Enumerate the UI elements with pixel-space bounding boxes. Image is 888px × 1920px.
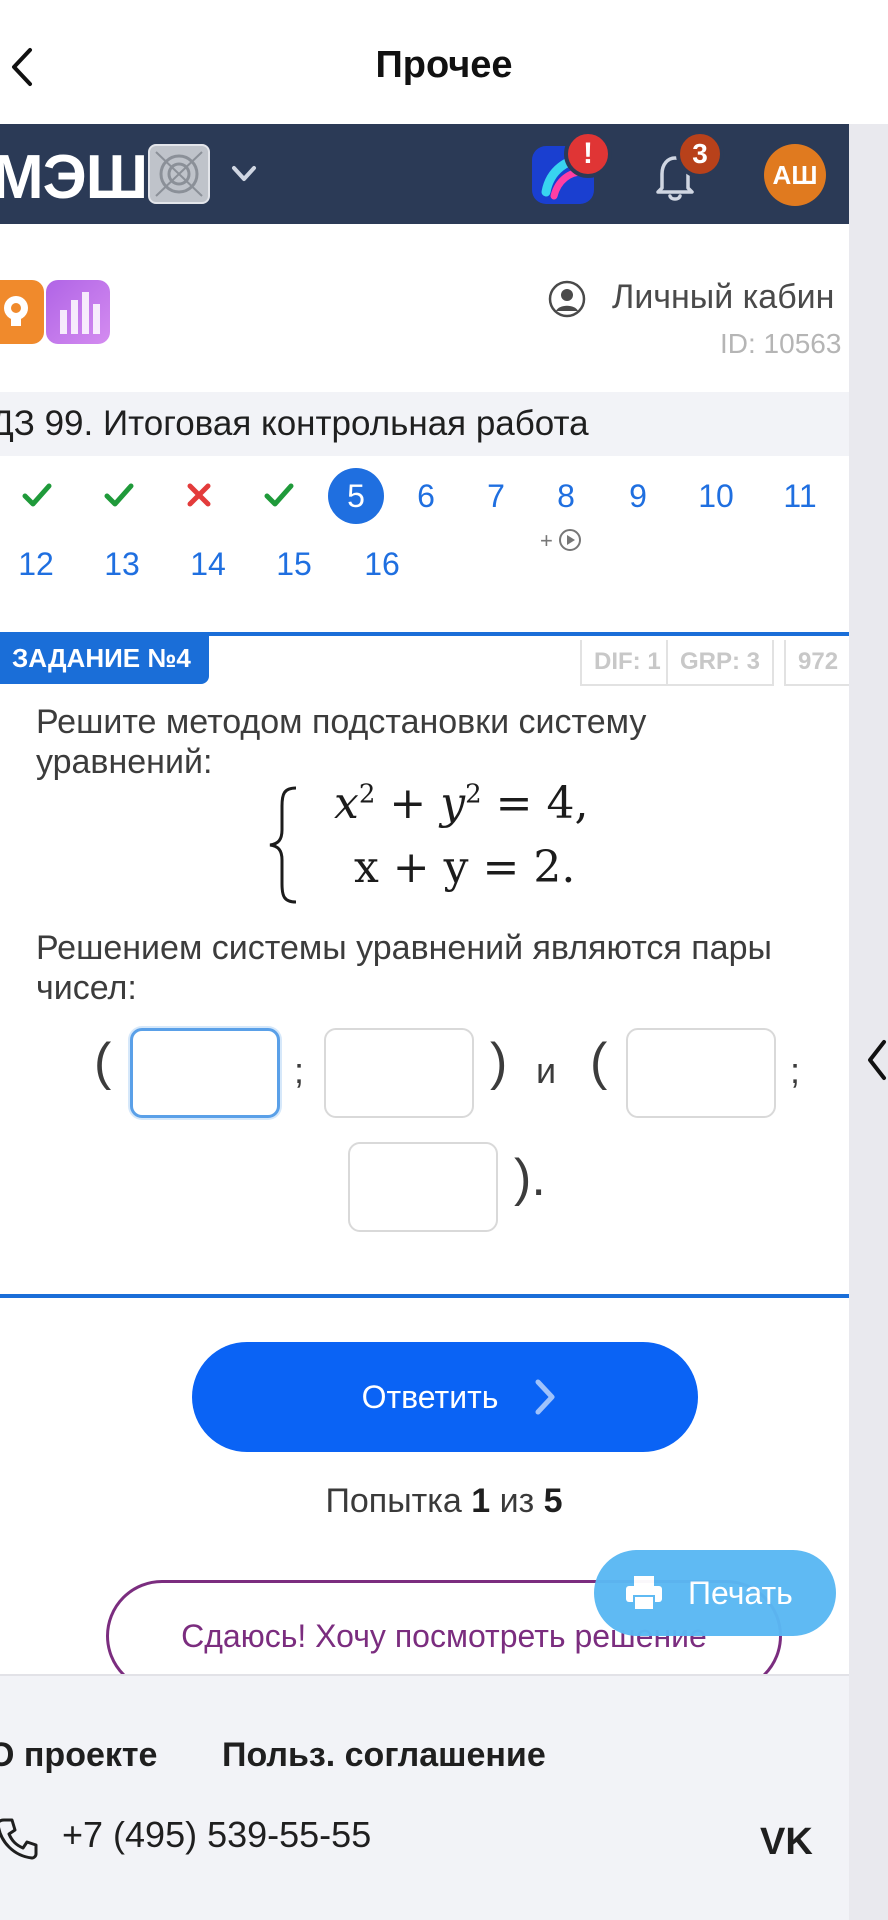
task-number[interactable]: 7 (468, 478, 524, 515)
difficulty-badge: DIF: 1 (580, 640, 675, 686)
answer-input-3[interactable] (626, 1028, 776, 1118)
task-4-check-icon[interactable] (262, 478, 296, 512)
attempt-total: 5 (543, 1482, 563, 1520)
nav-bar: Прочее (0, 0, 888, 124)
task-navigator: 5 6 7 8 9 10 11 + 12 13 14 15 16 (0, 456, 849, 616)
lightbulb-app-icon[interactable] (0, 280, 44, 344)
task-prompt: Решите методом подстановки систему уравн… (36, 703, 647, 781)
answer-input-2[interactable] (324, 1028, 474, 1118)
and-label: и (536, 1050, 557, 1091)
task-number[interactable]: 8 (538, 478, 594, 515)
school-logo-icon[interactable] (148, 144, 210, 204)
task-number[interactable]: 13 (94, 546, 150, 583)
chevron-right-icon (535, 1379, 555, 1415)
attempt-middle: из (499, 1482, 535, 1520)
task-number[interactable]: 16 (354, 546, 410, 583)
semicolon: ; (790, 1050, 801, 1091)
equation-1: x2 + y2 = 4, (334, 778, 589, 829)
attempt-prefix: Попытка (325, 1482, 462, 1520)
stats-app-icon[interactable] (46, 280, 110, 344)
task-number-current[interactable]: 5 (328, 468, 384, 524)
open-paren: ( (94, 1033, 112, 1091)
answer-prompt: Решением системы уравнений являются пары… (36, 929, 772, 1007)
task-card: ЗАДАНИЕ №4 DIF: 1 GRP: 3 972 Решите мето… (0, 632, 849, 1298)
rhs: = 4, (495, 778, 589, 829)
web-content: МЭШ ! 3 АШ Личный кабин ID: 10563 ДЗ 99.… (0, 124, 849, 1920)
attempt-counter: Попытка 1 из 5 (0, 1482, 849, 1521)
closing-paren: ). (514, 1149, 546, 1207)
sub-header: Личный кабин ID: 10563 (0, 224, 849, 392)
chevron-down-icon[interactable] (224, 154, 264, 194)
user-id: ID: 10563 (720, 328, 842, 359)
emblem-icon (155, 151, 203, 197)
attempt-current: 1 (471, 1482, 491, 1520)
print-button-label: Печать (688, 1575, 793, 1611)
lightbulb-icon (4, 296, 28, 326)
personal-cabinet-link[interactable]: Личный кабин (612, 278, 834, 317)
bar-chart-icon (60, 292, 100, 334)
task-number[interactable]: 10 (688, 478, 744, 515)
phone-number[interactable]: +7 (495) 539-55-55 (62, 1814, 371, 1856)
title-band: ДЗ 99. Итоговая контрольная работа (0, 392, 849, 456)
task-number[interactable]: 14 (180, 546, 236, 583)
exp-y: 2 (465, 779, 482, 810)
task-number[interactable]: 11 (772, 478, 828, 515)
extra-attempt-label: + (540, 528, 553, 553)
phone-icon (0, 1818, 38, 1860)
plus-op: + (389, 778, 427, 829)
equation-2: x + y = 2. (354, 842, 576, 893)
exp-x: 2 (358, 779, 376, 810)
vk-icon[interactable]: VK (760, 1822, 816, 1858)
var-x: x (334, 778, 359, 829)
task-number[interactable]: 15 (266, 546, 322, 583)
system-brace-icon (269, 786, 297, 904)
play-circle-icon[interactable] (558, 528, 582, 552)
task-3-cross-icon[interactable] (182, 478, 216, 512)
semicolon: ; (294, 1050, 305, 1091)
task-number[interactable]: 12 (8, 546, 64, 583)
task-number[interactable]: 6 (398, 478, 454, 515)
group-badge: GRP: 3 (666, 640, 775, 686)
footer: О проекте Польз. соглашение +7 (495) 539… (0, 1674, 849, 1920)
user-agreement-link[interactable]: Польз. соглашение (222, 1736, 546, 1775)
answer-input-1[interactable] (130, 1028, 280, 1118)
alert-badge: ! (564, 130, 612, 178)
page-title: ДЗ 99. Итоговая контрольная работа (0, 404, 589, 443)
user-circle-icon[interactable] (548, 280, 586, 318)
notification-count-badge: 3 (676, 130, 724, 178)
side-panel-strip (849, 124, 888, 1920)
answer-input-4[interactable] (348, 1142, 498, 1232)
printer-icon (626, 1576, 662, 1611)
avatar[interactable]: АШ (764, 144, 826, 206)
app-header: МЭШ ! 3 АШ (0, 124, 849, 224)
about-link[interactable]: О проекте (0, 1736, 157, 1775)
print-button[interactable]: Печать (594, 1550, 836, 1636)
nav-title: Прочее (375, 44, 513, 86)
task-1-check-icon[interactable] (20, 478, 54, 512)
close-paren: ) (490, 1033, 508, 1091)
var-y: y (440, 778, 466, 829)
answer-button[interactable]: Ответить (192, 1342, 698, 1452)
answer-button-label: Ответить (361, 1379, 499, 1415)
svg-text:VK: VK (760, 1822, 813, 1858)
task-number-tag: ЗАДАНИЕ №4 (0, 632, 209, 684)
task-id-badge: 972 (784, 640, 849, 686)
app-logo[interactable]: МЭШ (0, 142, 148, 213)
task-number[interactable]: 9 (610, 478, 666, 515)
open-paren: ( (590, 1033, 608, 1091)
side-panel-chevron-icon[interactable] (864, 1036, 888, 1084)
task-2-check-icon[interactable] (102, 478, 136, 512)
